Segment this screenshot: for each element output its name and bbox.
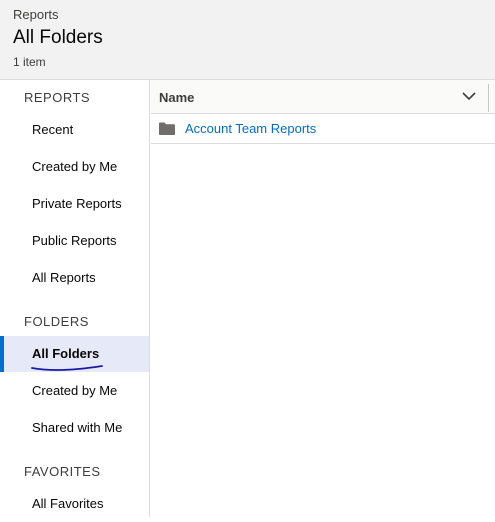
sidebar-item-folders-created-by-me[interactable]: Created by Me [0,373,149,409]
column-header-label: Name [159,90,195,105]
sidebar-item-recent[interactable]: Recent [0,112,149,148]
sidebar-item-public-reports[interactable]: Public Reports [0,223,149,259]
sidebar-item-private-reports[interactable]: Private Reports [0,186,149,222]
sidebar-section-folders: FOLDERS [24,314,89,329]
sidebar-item-shared-with-me[interactable]: Shared with Me [0,410,149,446]
folder-list: Name Account Team Reports [151,80,495,517]
column-resize-handle[interactable] [488,84,489,112]
folder-link-account-team-reports[interactable]: Account Team Reports [185,121,316,136]
item-count: 1 item [13,55,46,69]
folder-icon [159,122,175,135]
sidebar: REPORTS Recent Created by Me Private Rep… [0,80,150,517]
sidebar-item-created-by-me[interactable]: Created by Me [0,149,149,185]
sidebar-section-favorites: FAVORITES [24,464,101,479]
table-row: Account Team Reports [151,114,495,144]
sidebar-item-all-reports[interactable]: All Reports [0,260,149,296]
sidebar-section-reports: REPORTS [24,90,91,105]
column-header-name[interactable]: Name [151,80,495,114]
page-title: All Folders [13,27,103,48]
page-header: Reports All Folders 1 item [0,0,495,80]
breadcrumb[interactable]: Reports [13,7,59,22]
hand-drawn-underline-annotation [31,365,103,371]
chevron-down-icon[interactable] [462,91,476,101]
